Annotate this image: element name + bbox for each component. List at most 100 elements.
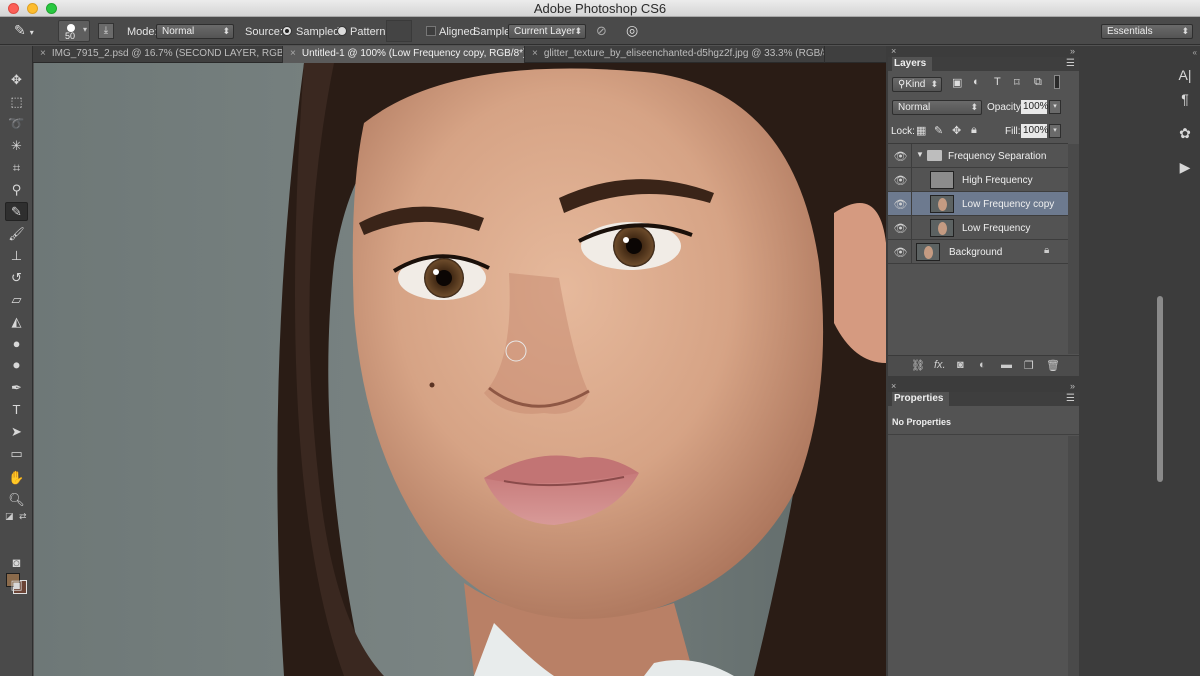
clone-source-panel-icon[interactable]: ✿ [1172, 122, 1198, 144]
workspace-select[interactable]: Essentials [1101, 24, 1193, 39]
pattern-picker[interactable] [386, 20, 412, 42]
aligned-label: Aligned [439, 26, 476, 38]
move-tool-icon[interactable]: ✥ [5, 70, 28, 89]
opacity-label: Opacity: [987, 102, 1024, 113]
layer-row-low-frequency-copy[interactable]: 👁︎ Low Frequency copy [888, 192, 1068, 216]
filter-adjustment-icon[interactable]: ◐ [973, 76, 980, 88]
layer-row-background[interactable]: 👁︎ Background 🔒︎ [888, 240, 1068, 264]
properties-tab[interactable]: Properties [892, 392, 950, 406]
close-tab-icon[interactable]: × [290, 48, 296, 59]
pressure-size-icon[interactable]: ◎ [626, 22, 638, 39]
add-mask-icon[interactable]: ◙ [957, 359, 964, 371]
dodge-tool-icon[interactable]: ⚫ [5, 356, 28, 375]
visibility-eye-icon[interactable]: 👁︎ [890, 240, 912, 264]
visibility-eye-icon[interactable]: 👁︎ [890, 216, 912, 240]
expand-strip-icon[interactable]: « [1169, 48, 1200, 57]
dock-scrollbar[interactable] [1157, 296, 1163, 482]
new-group-folder-icon[interactable]: ▬ [1001, 359, 1012, 371]
close-tab-icon[interactable]: × [532, 48, 538, 59]
new-layer-icon[interactable]: ❐ [1024, 359, 1034, 372]
filter-pixel-icon[interactable]: ▣ [952, 76, 962, 89]
clone-stamp-tool-icon[interactable]: ⊥ [5, 246, 28, 265]
eraser-tool-icon[interactable]: ▱ [5, 290, 28, 309]
close-tab-icon[interactable]: × [40, 48, 46, 59]
default-colors-icon[interactable]: ◪ [5, 511, 14, 522]
brush-tool-icon[interactable]: 🖌 [5, 224, 28, 243]
actions-play-icon[interactable]: ▶ [1172, 156, 1198, 178]
lasso-tool-icon[interactable]: ➰ [5, 114, 28, 133]
opacity-field[interactable]: 100% [1021, 100, 1049, 114]
lock-image-pixels-icon[interactable]: ✎ [934, 124, 943, 137]
character-panel-icon[interactable]: A| [1172, 64, 1198, 86]
magic-wand-tool-icon[interactable]: ✳ [5, 136, 28, 155]
filter-shape-icon[interactable]: ⌑ [1014, 76, 1020, 89]
paint-bucket-tool-icon[interactable]: ◭ [5, 312, 28, 331]
lock-all-icon[interactable]: 🔒︎ [971, 124, 977, 137]
document-canvas[interactable] [34, 63, 886, 676]
layer-row-frequency-separation[interactable]: 👁︎ ▼ Frequency Separation [888, 144, 1068, 168]
expand-panel-icon[interactable]: » [1070, 381, 1075, 391]
panel-menu-icon[interactable]: ☰ [1066, 57, 1075, 71]
layer-style-fx-icon[interactable]: fx. [934, 359, 946, 371]
swap-colors-icon[interactable]: ⇄ [19, 511, 27, 522]
marquee-tool-icon[interactable]: ⬚ [5, 92, 28, 111]
sample-select[interactable]: Current Layer [508, 24, 586, 39]
pattern-radio[interactable] [337, 26, 347, 36]
panel-menu-icon[interactable]: ☰ [1066, 392, 1075, 406]
brush-picker[interactable]: 50 ▾ [58, 20, 90, 42]
filter-smart-object-icon[interactable]: ⧉ [1034, 76, 1042, 89]
fill-field[interactable]: 100% [1021, 124, 1049, 138]
path-selection-tool-icon[interactable]: ➤ [5, 422, 28, 441]
opacity-dropdown-icon[interactable]: ▾ [1049, 100, 1061, 114]
filter-type-icon[interactable]: T [994, 76, 1001, 88]
rectangle-tool-icon[interactable]: ▭ [5, 444, 28, 463]
mode-select[interactable]: Normal [156, 24, 234, 39]
filter-kind-value: Kind [905, 79, 926, 90]
delete-layer-icon[interactable]: 🗑︎ [1046, 359, 1060, 372]
ignore-adjustment-layers-icon[interactable]: ⊘ [596, 23, 607, 39]
visibility-eye-icon[interactable]: 👁︎ [890, 168, 912, 192]
clone-source-panel-icon[interactable]: ⤓ [98, 23, 114, 39]
sampled-radio[interactable] [282, 26, 292, 36]
properties-dock-header: × » [888, 381, 1079, 392]
screen-mode-icon[interactable]: ▣ [5, 575, 28, 594]
tool-preset-picker[interactable]: ✎ ▾ [14, 22, 50, 42]
disclosure-triangle-icon[interactable]: ▼ [916, 150, 924, 159]
blend-mode-select[interactable]: Normal [892, 100, 982, 115]
link-layers-icon[interactable]: ⛓ [911, 359, 925, 372]
history-brush-tool-icon[interactable]: ↺ [5, 268, 28, 287]
visibility-eye-icon[interactable]: 👁︎ [890, 144, 912, 168]
crop-tool-icon[interactable]: ⌗ [5, 158, 28, 177]
properties-scrollbar[interactable] [1068, 436, 1079, 676]
tab-untitled-1[interactable]: × Untitled-1 @ 100% (Low Frequency copy, … [283, 46, 525, 63]
adjustment-layer-icon[interactable]: ◐ [979, 359, 986, 371]
lock-position-icon[interactable]: ✥ [952, 124, 961, 137]
pen-tool-icon[interactable]: ✒ [5, 378, 28, 397]
filter-toggle-switch[interactable] [1054, 75, 1060, 89]
portrait-thumbnail-face [938, 222, 947, 235]
hand-tool-icon[interactable]: ✋ [5, 468, 28, 487]
tab-img-7915[interactable]: × IMG_7915_2.psd @ 16.7% (SECOND LAYER, R… [33, 46, 283, 63]
pattern-label: Pattern: [350, 26, 389, 38]
properties-panel-header: Properties ☰ [888, 392, 1079, 406]
visibility-eye-icon[interactable]: 👁︎ [890, 192, 912, 216]
fill-dropdown-icon[interactable]: ▾ [1049, 124, 1061, 138]
aligned-checkbox[interactable] [426, 26, 436, 36]
healing-brush-tool-icon[interactable]: ✎ [5, 202, 28, 221]
zoom-tool-icon[interactable]: 🔍︎ [5, 490, 28, 509]
collapse-dock-icon[interactable]: × [891, 46, 896, 56]
layer-row-low-frequency[interactable]: 👁︎ Low Frequency [888, 216, 1068, 240]
blur-tool-icon[interactable]: ● [5, 334, 28, 353]
expand-dock-icon[interactable]: » [1070, 46, 1075, 56]
layers-tab[interactable]: Layers [892, 57, 933, 71]
lock-transparent-pixels-icon[interactable]: ▦ [916, 124, 926, 137]
layer-filter-select[interactable]: ⚲Kind [892, 77, 942, 92]
type-tool-icon[interactable]: T [5, 400, 28, 419]
paragraph-panel-icon[interactable]: ¶ [1172, 88, 1198, 110]
eyedropper-tool-icon[interactable]: ⚲ [5, 180, 28, 199]
tab-glitter-texture[interactable]: × glitter_texture_by_eliseenchanted-d5hgz… [525, 46, 825, 63]
close-panel-icon[interactable]: × [891, 381, 896, 391]
layers-scrollbar[interactable] [1068, 144, 1079, 354]
layer-row-high-frequency[interactable]: 👁︎ High Frequency [888, 168, 1068, 192]
quick-mask-icon[interactable]: ◙ [5, 553, 28, 572]
